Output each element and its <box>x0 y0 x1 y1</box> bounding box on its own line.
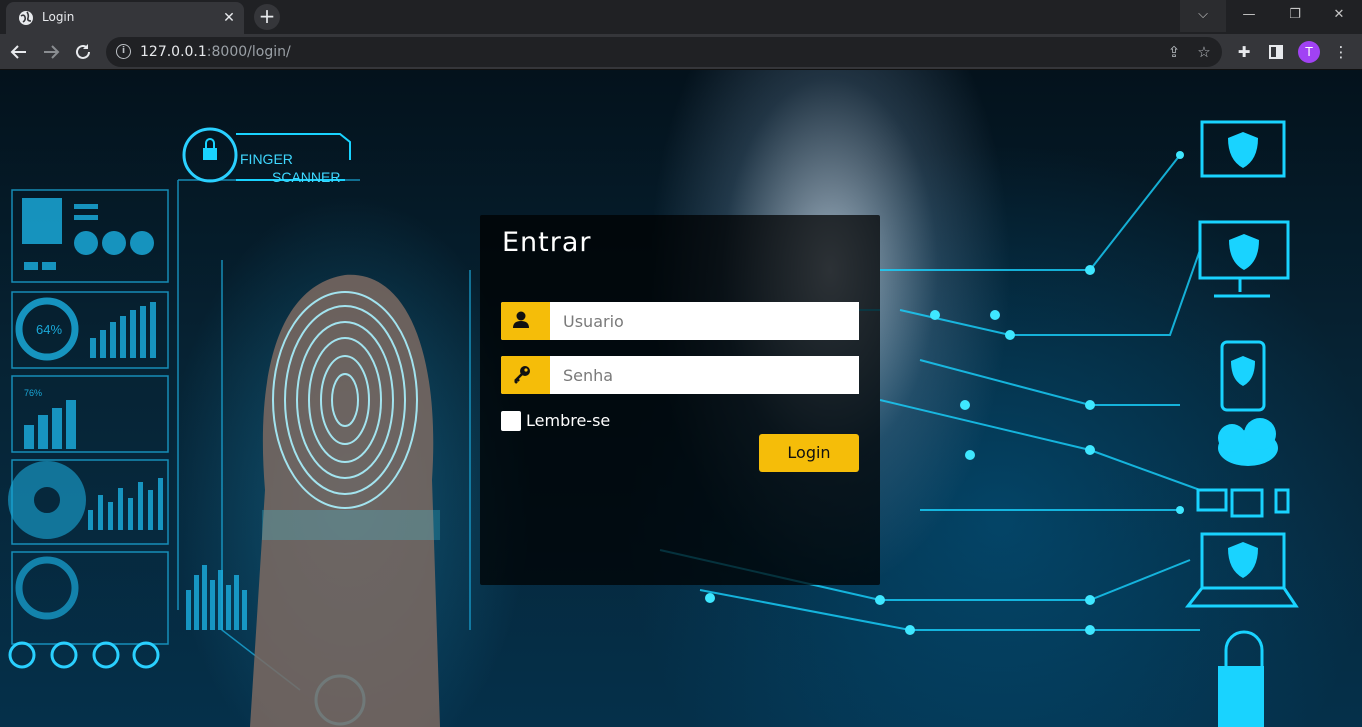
share-icon[interactable]: ⇪ <box>1164 42 1184 62</box>
password-addon <box>501 356 550 394</box>
globe-icon <box>19 11 33 25</box>
site-info-icon[interactable]: i <box>116 44 131 59</box>
username-addon <box>501 302 550 340</box>
login-page: FINGER SCANNER 64% 76% Entrar Usuario Le… <box>0 70 1362 727</box>
url-text: 127.0.0.1:8000/login/ <box>140 44 291 60</box>
tab-login[interactable]: Login ✕ <box>6 2 244 34</box>
new-tab-button[interactable]: + <box>254 4 280 30</box>
reload-button[interactable] <box>69 38 97 66</box>
back-arrow-icon <box>10 45 26 59</box>
username-field <box>501 302 859 340</box>
user-icon <box>513 311 529 328</box>
address-bar[interactable]: i 127.0.0.1:8000/login/ ⇪ ☆ <box>106 37 1222 67</box>
finger-scanner-label-2: SCANNER <box>272 169 340 185</box>
extensions-puzzle-icon[interactable]: ✚ <box>1234 42 1254 62</box>
restore-button[interactable]: ❐ <box>1272 0 1318 32</box>
forward-button[interactable] <box>37 38 65 66</box>
password-field <box>501 356 859 394</box>
forward-arrow-icon <box>44 45 60 59</box>
login-panel: Entrar Lembre-se <box>480 215 880 585</box>
login-button[interactable]: Login <box>759 434 859 472</box>
side-panel-icon[interactable] <box>1266 42 1286 62</box>
minimize-button[interactable]: — <box>1226 0 1272 32</box>
remember-me-label[interactable]: Lembre-se <box>526 411 610 430</box>
close-window-button[interactable]: ✕ <box>1316 0 1362 32</box>
small-gauge-label: 76% <box>24 388 42 398</box>
password-input[interactable] <box>550 356 859 394</box>
username-input[interactable] <box>550 302 859 340</box>
profile-avatar[interactable]: T <box>1298 41 1320 63</box>
menu-kebab-icon[interactable]: ⋮ <box>1331 42 1351 62</box>
login-title: Entrar <box>502 227 592 258</box>
browser-toolbar: i 127.0.0.1:8000/login/ ⇪ ☆ ✚ T ⋮ <box>0 34 1362 70</box>
gauge-percent-label: 64% <box>36 322 62 337</box>
back-button[interactable] <box>5 38 33 66</box>
finger-scanner-label-1: FINGER <box>240 151 293 167</box>
bookmark-star-icon[interactable]: ☆ <box>1194 42 1214 62</box>
tab-title: Login <box>42 10 75 24</box>
reload-icon <box>76 44 90 59</box>
tab-close-icon[interactable]: ✕ <box>220 9 238 27</box>
tab-strip: Login ✕ + ⌵ — ❐ ✕ <box>0 0 1362 34</box>
remember-me-checkbox[interactable] <box>501 411 521 431</box>
key-icon <box>514 366 530 384</box>
tab-search-button[interactable]: ⌵ <box>1180 0 1226 32</box>
